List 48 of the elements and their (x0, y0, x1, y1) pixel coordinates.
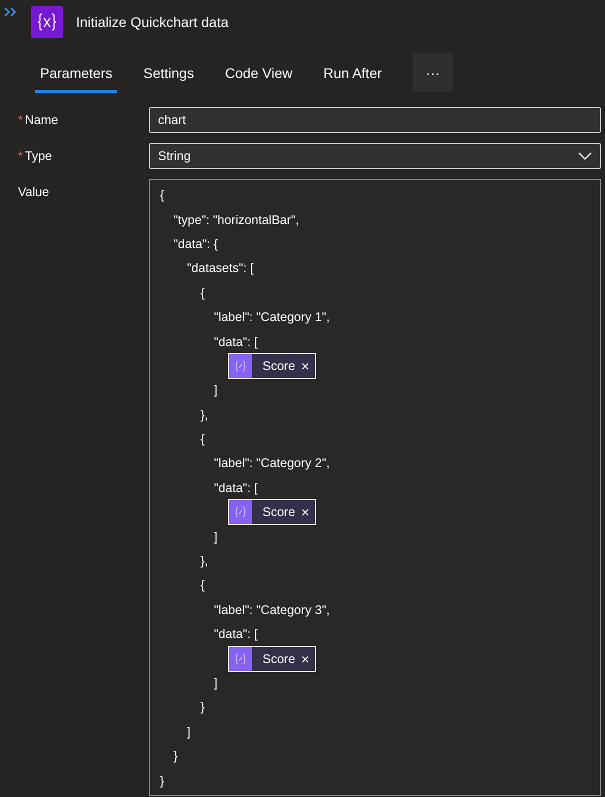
code-line: "label": "Category 2", (214, 456, 330, 470)
dynamic-content-token[interactable]: Score × (228, 352, 316, 379)
code-line: { (160, 188, 164, 202)
token-label: Score (262, 650, 296, 668)
action-title: Initialize Quickchart data (76, 14, 229, 30)
dynamic-content-token[interactable]: Score × (228, 646, 316, 672)
tab[interactable]: Settings (138, 53, 199, 93)
type-dropdown[interactable]: String (149, 143, 601, 169)
code-line: "label": "Category 1", (214, 310, 330, 324)
more-button[interactable]: ··· (412, 53, 453, 92)
code-line: }, (200, 554, 208, 568)
chevron-down-icon (578, 152, 592, 160)
field-label: Name (24, 113, 58, 127)
tab[interactable]: Code View (220, 53, 298, 93)
remove-button[interactable]: × (298, 646, 316, 671)
token-label: Score (262, 358, 296, 375)
code-line: { (200, 578, 205, 592)
field-label: Value (18, 185, 50, 199)
value-editor[interactable]: { "type": "horizontalBar", "data": { "datasets": [ { "label": "Category 1", "data": [ Score × ] }, { "label": "Category 2", "data": [ Score × ] }, { "label": "Category 3", "data": [ Score × ] } ] } } (149, 179, 601, 796)
code-line: } (160, 774, 164, 788)
tab[interactable]: Run After (318, 53, 387, 93)
code-line: "data": { (174, 236, 218, 251)
code-line: { (200, 432, 205, 446)
required-mark: * (18, 113, 23, 127)
code-line: ] (214, 530, 218, 544)
code-line: "data": [ (214, 627, 258, 642)
code-line: "label": "Category 3", (214, 602, 330, 617)
code-line: "type": "horizontalBar", (174, 212, 299, 227)
token-label: Score (262, 504, 296, 522)
remove-button[interactable]: × (298, 500, 316, 524)
code-line: "data": [ (214, 480, 258, 495)
code-line: "data": [ (214, 334, 258, 349)
remove-button[interactable]: × (298, 354, 316, 378)
code-line: } (200, 700, 205, 714)
tab[interactable]: Parameters (35, 53, 118, 93)
code-line: ] (187, 724, 190, 739)
code-line: ] (214, 383, 218, 398)
required-mark: * (18, 149, 23, 163)
code-line: ] (214, 676, 218, 690)
code-line: { (200, 286, 205, 300)
expand-icon[interactable] (4, 7, 18, 17)
name-field[interactable]: chart (149, 107, 601, 133)
field-label: Type (24, 149, 52, 163)
variable-icon (31, 6, 63, 38)
code-line: }, (200, 408, 208, 422)
code-line: "datasets": [ (187, 261, 254, 276)
code-line: } (174, 749, 178, 764)
dynamic-content-token[interactable]: Score × (228, 499, 316, 526)
